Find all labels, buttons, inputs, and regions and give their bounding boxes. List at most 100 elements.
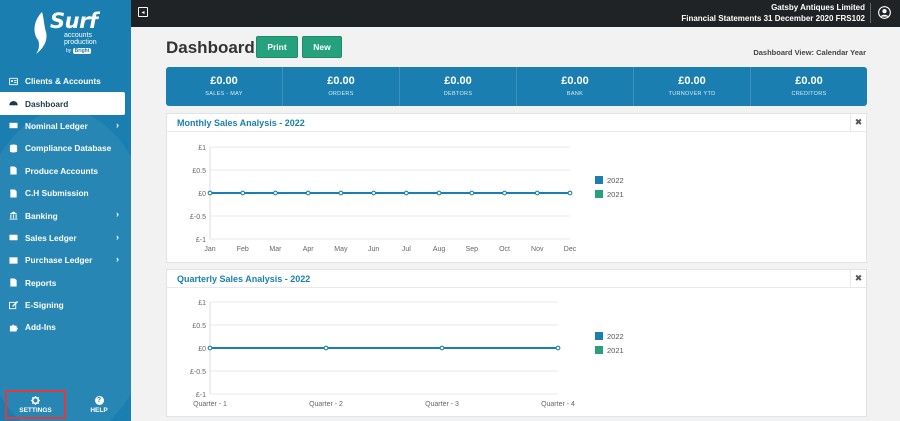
sidebar-item-label: C.H Submission — [25, 188, 89, 199]
logo-word: Surf — [50, 9, 98, 33]
panel-title: Quarterly Sales Analysis - 2022 — [177, 274, 311, 284]
sidebar-item-produce-accounts[interactable]: Produce Accounts — [0, 160, 131, 182]
y-tick-label: £0.5 — [192, 323, 206, 330]
help-button[interactable]: ? HELP — [80, 390, 118, 419]
new-button[interactable]: New — [302, 36, 342, 58]
data-point-2022 — [439, 345, 445, 351]
sidebar-item-label: Produce Accounts — [25, 165, 98, 176]
sidebar-item-dashboard[interactable]: Dashboard — [0, 92, 125, 115]
x-tick-label: Mar — [269, 246, 282, 253]
puzzle-icon — [9, 323, 18, 332]
data-point-2022 — [273, 190, 278, 196]
sidebar-item-c-h-submission[interactable]: C.H Submission — [0, 182, 131, 204]
x-tick-label: Quarter - 2 — [309, 401, 343, 408]
sidebar-item-reports[interactable]: Reports — [0, 272, 131, 294]
stat-bank[interactable]: £0.00 BANK — [517, 67, 634, 106]
logo-by-bright: by Bright — [66, 48, 92, 54]
settings-label: SETTINGS — [19, 406, 52, 414]
sidebar-item-label: Banking — [25, 210, 58, 221]
logo-sub-production: production — [64, 39, 97, 46]
x-tick-label: Apr — [303, 246, 315, 253]
chevron-right-icon: › — [116, 119, 119, 130]
data-point-2022 — [436, 190, 442, 196]
y-tick-label: £-0.5 — [190, 369, 206, 376]
stat-value: £0.00 — [678, 75, 706, 87]
document-icon — [9, 166, 18, 175]
id-card-icon — [9, 77, 18, 86]
sidebar-item-sales-ledger[interactable]: Sales Ledger › — [0, 227, 131, 249]
sidebar: Surf accounts production by Bright Clien… — [0, 0, 131, 421]
x-tick-label: Feb — [237, 246, 249, 253]
sidebar-item-compliance-database[interactable]: Compliance Database — [0, 137, 131, 159]
logo-sub-accounts: accounts — [64, 32, 93, 39]
x-tick-label: Nov — [531, 246, 544, 253]
data-point-2022 — [240, 190, 246, 196]
close-icon[interactable]: ✖ — [850, 114, 866, 131]
x-tick-label: Jan — [204, 246, 215, 253]
legend-swatch-2021 — [595, 346, 603, 354]
stat-label: DEBTORS — [443, 91, 473, 97]
stat-value: £0.00 — [795, 75, 823, 87]
sidebar-item-label: Purchase Ledger — [25, 255, 93, 266]
user-icon[interactable] — [878, 6, 891, 19]
data-point-2022 — [371, 190, 376, 196]
y-tick-label: £1 — [198, 300, 206, 307]
sidebar-item-purchase-ledger[interactable]: Purchase Ledger › — [0, 249, 131, 271]
help-label: HELP — [90, 406, 108, 414]
gear-icon — [31, 395, 40, 405]
x-tick-label: May — [334, 246, 348, 253]
stat-value: £0.00 — [210, 75, 238, 87]
data-point-2022 — [305, 190, 311, 196]
data-point-2022 — [567, 190, 573, 196]
dashboard-view-label: Dashboard View: Calendar Year — [753, 48, 866, 57]
sidebar-item-add-ins[interactable]: Add-Ins — [0, 316, 131, 338]
chevron-right-icon: › — [116, 231, 119, 242]
print-button[interactable]: Print — [256, 36, 298, 58]
sidebar-item-label: Add-Ins — [25, 322, 56, 333]
panel-header: Monthly Sales Analysis - 2022 ✖ — [167, 114, 866, 132]
sidebar-item-nominal-ledger[interactable]: Nominal Ledger › — [0, 115, 131, 137]
surf-leaf-icon — [34, 12, 47, 54]
chevron-right-icon: › — [116, 254, 119, 265]
quarterly-sales-chart: £1 £0.5 £0 £-0.5 £-1 Quarter - 1 Quarter - 2 Qu… — [190, 300, 624, 408]
y-tick-label: £0 — [198, 346, 206, 353]
panel-title: Monthly Sales Analysis - 2022 — [177, 118, 305, 128]
settings-button[interactable]: SETTINGS — [5, 390, 66, 419]
x-tick-label: Quarter - 3 — [425, 401, 459, 408]
data-point-2022 — [404, 190, 409, 196]
sidebar-item-banking[interactable]: Banking › — [0, 204, 131, 226]
stat-label: SALES - MAY — [205, 91, 243, 97]
stat-label: TURNOVER YTD — [668, 91, 716, 97]
sidebar-item-label: Compliance Database — [25, 143, 112, 154]
menu-toggle-icon[interactable]: ◂ — [138, 7, 148, 17]
stat-label: CREDITORS — [791, 91, 827, 97]
quarterly-sales-panel: Quarterly Sales Analysis - 2022 ✖ £1 £0.5… — [166, 269, 867, 417]
sidebar-item-e-signing[interactable]: E-Signing — [0, 294, 131, 316]
x-tick-label: Jun — [368, 246, 379, 253]
stat-value: £0.00 — [327, 75, 355, 87]
data-point-2022 — [207, 190, 213, 196]
y-tick-label: £0.5 — [192, 168, 206, 175]
database-icon — [9, 144, 18, 153]
stats-bar: £0.00 SALES - MAY £0.00 ORDERS £0.00 DEBTORS £… — [166, 67, 867, 106]
stat-debtors[interactable]: £0.00 DEBTORS — [400, 67, 517, 106]
sidebar-item-label: Reports — [25, 277, 57, 288]
monthly-sales-panel: Monthly Sales Analysis - 2022 ✖ £1 £0.5 £0… — [166, 113, 867, 263]
legend-swatch-2022 — [595, 176, 603, 184]
close-icon[interactable]: ✖ — [850, 270, 866, 287]
data-point-2022 — [534, 190, 540, 196]
stat-orders[interactable]: £0.00 ORDERS — [283, 67, 400, 106]
y-tick-label: £-0.5 — [190, 214, 206, 221]
data-point-2022 — [555, 345, 561, 351]
stat-turnover-ytd[interactable]: £0.00 TURNOVER YTD — [634, 67, 751, 106]
x-tick-label: Aug — [433, 246, 446, 253]
stat-creditors[interactable]: £0.00 CREDITORS — [751, 67, 867, 106]
sidebar-item-label: Clients & Accounts — [25, 76, 101, 87]
surf-logo[interactable]: Surf accounts production by Bright — [30, 8, 110, 58]
top-divider — [870, 3, 871, 23]
file-icon — [9, 189, 18, 198]
data-point-2022 — [323, 345, 329, 351]
pen-icon — [9, 300, 18, 310]
stat-sales-may[interactable]: £0.00 SALES - MAY — [166, 67, 283, 106]
sidebar-item-clients-accounts[interactable]: Clients & Accounts — [0, 70, 131, 92]
